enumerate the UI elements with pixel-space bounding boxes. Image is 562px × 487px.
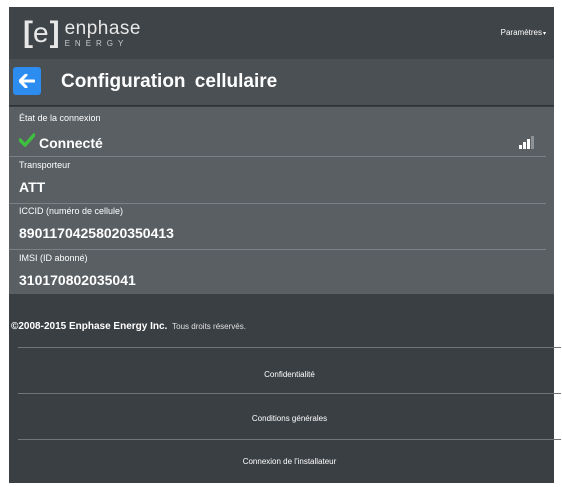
copyright: ©2008-2015 Enphase Energy Inc. Tous droi… (11, 321, 246, 332)
logo-bracket-left: [ (23, 16, 33, 49)
chevron-down-icon: ▾ (542, 31, 546, 37)
imsi-label: IMSI (ID abonné) (19, 253, 88, 263)
signal-strength-icon (519, 135, 534, 149)
copyright-rights: Tous droits réservés. (172, 322, 246, 331)
carrier-label: Transporteur (19, 160, 71, 170)
footer: ©2008-2015 Enphase Energy Inc. Tous droi… (9, 294, 561, 483)
logo-wordmark: enphase ENERGY (65, 19, 141, 48)
iccid-label: ICCID (numéro de cellule) (19, 206, 124, 216)
connection-status-value: Connecté (39, 135, 103, 151)
logo-brand: enphase (64, 17, 141, 39)
title-bar: Configuration cellulaire (9, 59, 554, 106)
divider (9, 249, 546, 250)
divider (9, 203, 546, 204)
arrow-left-icon (19, 74, 35, 88)
signal-bar (531, 136, 534, 149)
signal-bar (523, 142, 526, 149)
signal-bar (527, 139, 530, 149)
logo-sub: ENERGY (64, 38, 129, 48)
footer-divider (18, 439, 561, 440)
iccid-value: 89011704258020350413 (19, 225, 174, 241)
app-header: [ e ] enphase ENERGY Paramètres▾ (9, 7, 554, 59)
imsi-value: 310170802035041 (19, 272, 136, 288)
back-button[interactable] (13, 67, 41, 95)
cellular-details: État de la connexion Connecté Transporte… (9, 107, 554, 294)
carrier-value: ATT (19, 179, 46, 195)
copyright-main: ©2008-2015 Enphase Energy Inc. (11, 321, 168, 332)
logo-bracket-right: ] (49, 16, 60, 49)
logo-e-mark: e (33, 17, 49, 48)
enphase-logo[interactable]: [ e ] enphase ENERGY (23, 15, 141, 51)
connection-status-label: État de la connexion (19, 113, 101, 123)
signal-bar (519, 145, 522, 149)
divider (9, 156, 546, 157)
privacy-link[interactable]: Confidentialité (18, 370, 561, 379)
settings-menu[interactable]: Paramètres▾ (501, 28, 546, 37)
footer-divider (18, 393, 561, 394)
installer-login-link[interactable]: Connexion de l'installateur (18, 457, 561, 466)
footer-divider (18, 347, 561, 348)
check-icon (19, 133, 35, 147)
page-title: Configuration cellulaire (61, 71, 278, 92)
app-window: [ e ] enphase ENERGY Paramètres▾ Configu… (9, 7, 561, 483)
terms-link[interactable]: Conditions générales (18, 414, 561, 423)
settings-label: Paramètres (500, 28, 542, 37)
